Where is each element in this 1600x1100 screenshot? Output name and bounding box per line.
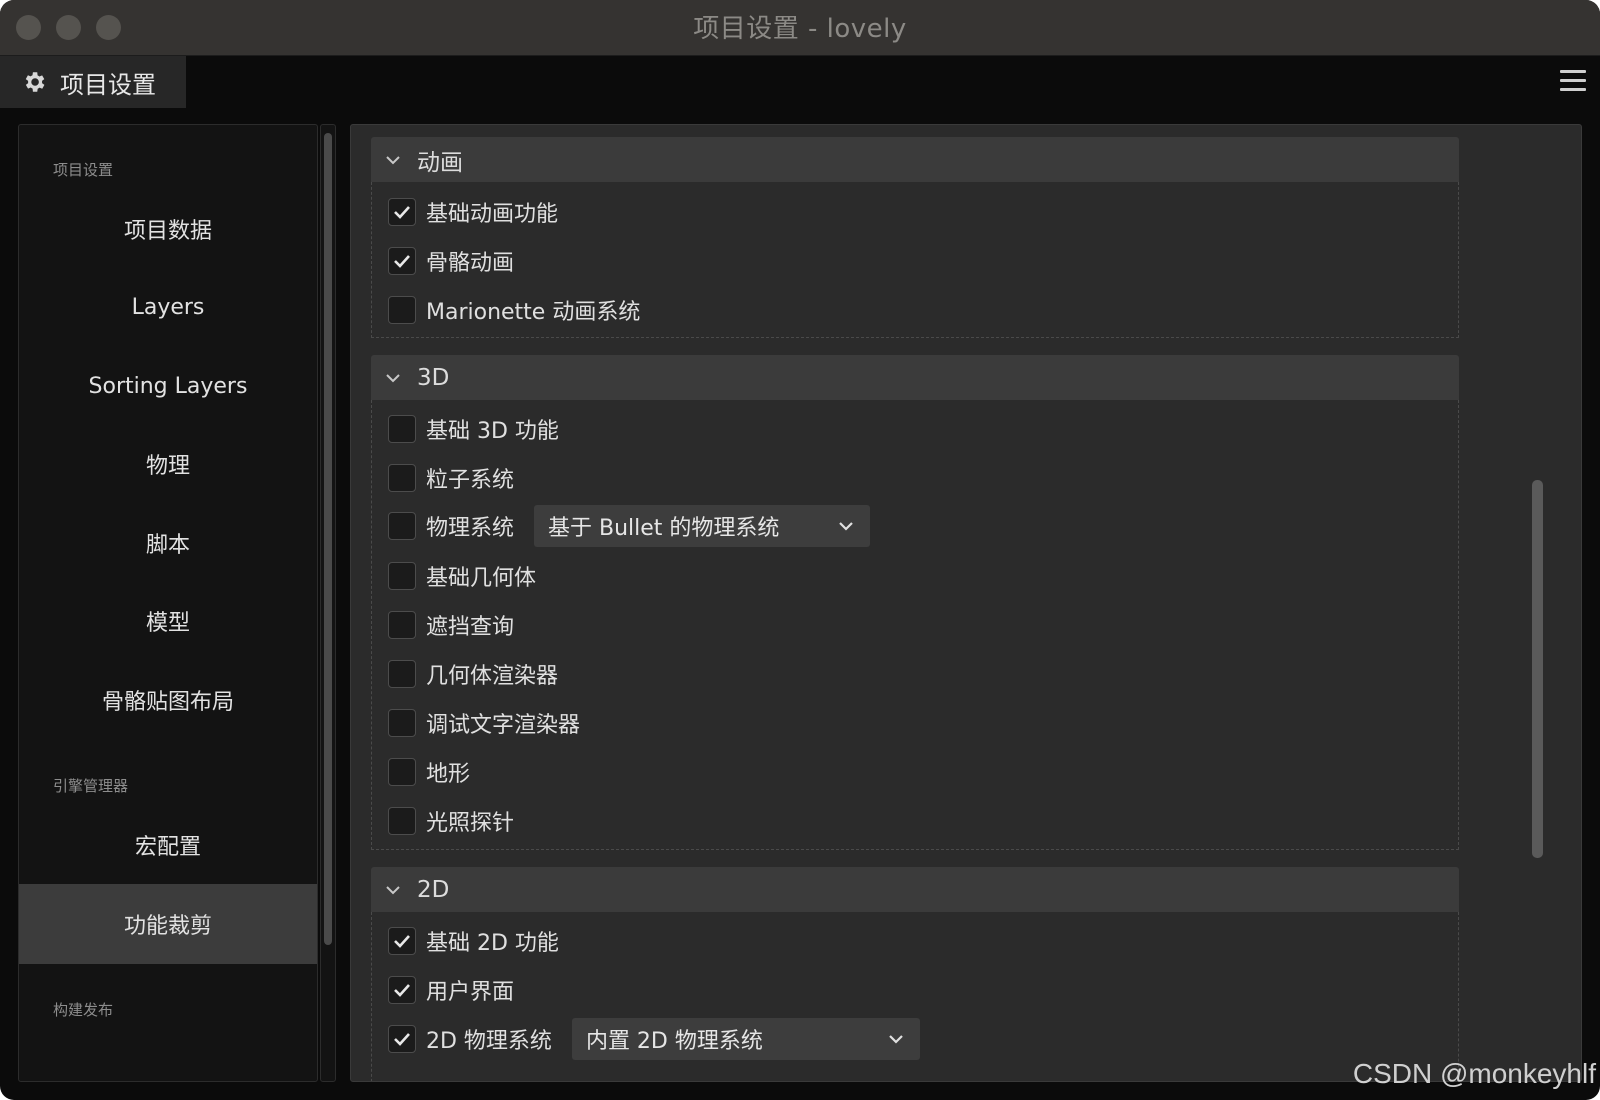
option-row: 调试文字渲染器 — [388, 703, 580, 743]
option-label: 基础几何体 — [426, 566, 537, 591]
section-title: 3D — [417, 364, 450, 391]
window-title: 项目设置 - lovely — [693, 14, 907, 44]
checkbox-checked[interactable] — [388, 976, 416, 1004]
sidebar-item-scripts[interactable]: 脚本 — [19, 503, 317, 583]
checkbox-unchecked[interactable] — [388, 512, 416, 540]
section-3d: 3D 基础 3D 功能 粒子系统 物理系统 基于 Bullet 的物理系统 基础… — [371, 355, 1459, 850]
sidebar-item-project-data[interactable]: 项目数据 — [19, 189, 317, 269]
project-settings-window: 项目设置 - lovely 项目设置 项目设置 项目数据 Layers Sort… — [0, 0, 1600, 1100]
checkbox-unchecked[interactable] — [388, 660, 416, 688]
option-label: 粒子系统 — [426, 468, 515, 493]
main-scroll-thumb[interactable] — [1532, 480, 1543, 858]
section-body: 基础动画功能 骨骼动画 Marionette 动画系统 — [371, 182, 1459, 338]
checkbox-unchecked[interactable] — [388, 464, 416, 492]
section-header-3d[interactable]: 3D — [371, 355, 1459, 400]
sidebar-item-sorting-layers[interactable]: Sorting Layers — [19, 346, 317, 426]
check-icon — [394, 1033, 410, 1046]
option-label: 基础动画功能 — [426, 202, 559, 227]
option-row: 粒子系统 — [388, 458, 514, 498]
option-row: 物理系统 基于 Bullet 的物理系统 — [388, 505, 871, 547]
section-header-animation[interactable]: 动画 — [371, 137, 1459, 182]
check-icon — [394, 935, 410, 948]
select-value: 基于 Bullet 的物理系统 — [548, 516, 780, 541]
sidebar-item-feature-cropping[interactable]: 功能裁剪 — [19, 884, 317, 964]
sidebar-group-label: 项目设置 — [53, 161, 114, 179]
feature-cropping-panel: 动画 基础动画功能 骨骼动画 Marionette 动画系统 3D 基础 3D … — [350, 124, 1582, 1082]
option-row: 光照探针 — [388, 801, 514, 841]
watermark: CSDN @monkeyhlf — [1352, 1058, 1596, 1089]
gear-icon — [20, 68, 48, 96]
option-row: 基础几何体 — [388, 556, 536, 596]
checkbox-checked[interactable] — [388, 247, 416, 275]
checkbox-unchecked[interactable] — [388, 415, 416, 443]
checkbox-unchecked[interactable] — [388, 758, 416, 786]
tab-bar: 项目设置 — [0, 56, 1600, 108]
hamburger-menu-icon[interactable] — [1560, 70, 1586, 94]
checkbox-unchecked[interactable] — [388, 807, 416, 835]
option-label: Marionette 动画系统 — [426, 300, 641, 325]
option-row: 基础 2D 功能 — [388, 921, 559, 961]
checkbox-checked[interactable] — [388, 1025, 416, 1053]
option-row: 骨骼动画 — [388, 241, 514, 281]
sidebar-scrollbar[interactable] — [320, 124, 336, 1082]
sidebar-group-label: 引擎管理器 — [53, 777, 129, 795]
chevron-down-icon — [386, 155, 400, 164]
option-label: 调试文字渲染器 — [426, 713, 581, 738]
sidebar-item-model[interactable]: 模型 — [19, 581, 317, 661]
option-label: 几何体渲染器 — [426, 664, 559, 689]
section-body: 基础 3D 功能 粒子系统 物理系统 基于 Bullet 的物理系统 基础几何体… — [371, 400, 1459, 850]
option-row: 地形 — [388, 752, 470, 792]
section-2d: 2D 基础 2D 功能 用户界面 2D 物理系统 内置 2D 物理系统 — [371, 867, 1459, 1081]
checkbox-unchecked[interactable] — [388, 562, 416, 590]
section-header-2d[interactable]: 2D — [371, 867, 1459, 912]
option-label: 光照探针 — [426, 811, 515, 836]
option-row: Marionette 动画系统 — [388, 290, 640, 330]
option-label: 基础 2D 功能 — [426, 931, 559, 956]
physics-2d-select[interactable]: 内置 2D 物理系统 — [571, 1018, 920, 1060]
sidebar-group-label: 构建发布 — [53, 1001, 114, 1019]
sidebar-item-macro-config[interactable]: 宏配置 — [19, 805, 317, 885]
check-icon — [394, 984, 410, 997]
option-label: 地形 — [426, 762, 471, 787]
section-title: 动画 — [417, 149, 463, 176]
option-label: 基础 3D 功能 — [426, 419, 559, 444]
option-label: 用户界面 — [426, 980, 515, 1005]
option-label: 遮挡查询 — [426, 615, 515, 640]
checkbox-unchecked[interactable] — [388, 611, 416, 639]
sidebar-item-skeleton-texture-layout[interactable]: 骨骼贴图布局 — [19, 660, 317, 740]
option-row: 用户界面 — [388, 970, 514, 1010]
option-row: 遮挡查询 — [388, 605, 514, 645]
section-animation: 动画 基础动画功能 骨骼动画 Marionette 动画系统 — [371, 137, 1459, 338]
checkbox-unchecked[interactable] — [388, 296, 416, 324]
sidebar-item-layers[interactable]: Layers — [19, 267, 317, 347]
section-body: 基础 2D 功能 用户界面 2D 物理系统 内置 2D 物理系统 — [371, 912, 1459, 1081]
option-label: 骨骼动画 — [426, 251, 515, 276]
option-label: 2D 物理系统 — [426, 1029, 552, 1054]
select-value: 内置 2D 物理系统 — [585, 1029, 763, 1054]
check-icon — [394, 206, 410, 219]
title-bar: 项目设置 - lovely — [0, 0, 1600, 56]
checkbox-checked[interactable] — [388, 198, 416, 226]
option-row: 几何体渲染器 — [388, 654, 558, 694]
chevron-down-icon — [386, 885, 400, 894]
chevron-down-icon — [839, 522, 853, 531]
checkbox-unchecked[interactable] — [388, 709, 416, 737]
option-row: 2D 物理系统 内置 2D 物理系统 — [388, 1018, 920, 1060]
checkbox-checked[interactable] — [388, 927, 416, 955]
option-label: 物理系统 — [426, 516, 515, 541]
tab-project-settings[interactable]: 项目设置 — [0, 56, 186, 108]
physics-engine-select[interactable]: 基于 Bullet 的物理系统 — [534, 505, 871, 547]
check-icon — [394, 255, 410, 268]
settings-sidebar: 项目设置 项目数据 Layers Sorting Layers 物理 脚本 模型… — [18, 124, 318, 1082]
chevron-down-icon — [386, 373, 400, 382]
sidebar-item-physics[interactable]: 物理 — [19, 424, 317, 504]
option-row: 基础动画功能 — [388, 192, 558, 232]
tab-label: 项目设置 — [60, 70, 156, 99]
section-title: 2D — [417, 876, 450, 903]
chevron-down-icon — [889, 1035, 903, 1044]
sidebar-scroll-thumb[interactable] — [324, 133, 332, 945]
option-row: 基础 3D 功能 — [388, 409, 559, 449]
